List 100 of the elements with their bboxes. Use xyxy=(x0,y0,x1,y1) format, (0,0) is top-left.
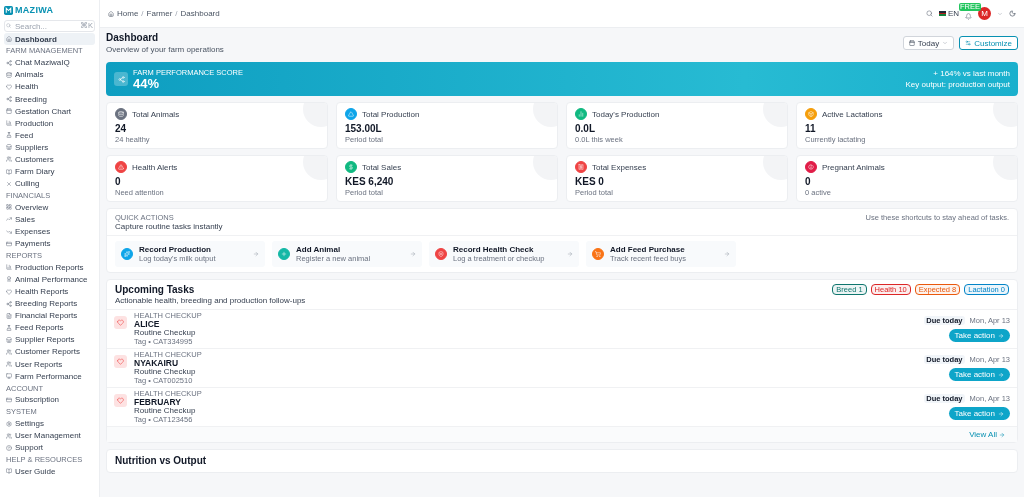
chevron-icon xyxy=(997,10,1003,17)
arrow-right-icon xyxy=(724,251,730,257)
animal-name: FEBRUARY xyxy=(134,397,182,408)
sidebar-item[interactable]: Culling xyxy=(4,177,95,190)
card-icon xyxy=(6,396,12,403)
store-icon xyxy=(6,336,12,343)
home-icon xyxy=(6,36,12,43)
sidebar-item[interactable]: Production Reports xyxy=(4,261,95,274)
sidebar-item[interactable]: Settings xyxy=(4,417,95,430)
users-icon xyxy=(6,156,12,163)
task-title: Routine Checkup xyxy=(134,407,197,417)
sidebar-item[interactable]: Sales xyxy=(4,213,95,226)
sidebar-item[interactable]: Health xyxy=(4,80,95,93)
sidebar-item[interactable]: Financial Reports xyxy=(4,309,95,322)
arrow-right-icon xyxy=(253,251,259,257)
arrow-right-icon xyxy=(998,332,1004,339)
banner-note: Key output: production output xyxy=(905,80,1010,89)
sidebar-item[interactable]: Expenses xyxy=(4,225,95,238)
sidebar-item[interactable]: Overview xyxy=(4,201,95,214)
flag-icon xyxy=(938,11,946,16)
search-icon xyxy=(925,10,933,17)
stat-value: KES 6,240 xyxy=(345,176,395,187)
sidebar-item[interactable]: Feed xyxy=(4,129,95,142)
breadcrumb-link[interactable]: Farmer xyxy=(146,9,173,18)
sidebar-item[interactable]: Supplier Reports xyxy=(4,333,95,346)
period-select[interactable]: Today xyxy=(902,36,955,50)
sidebar-item[interactable]: Support xyxy=(4,441,95,454)
trend-down-icon xyxy=(6,228,12,235)
stat-label: Total Production xyxy=(362,109,420,119)
share-icon xyxy=(114,72,128,86)
language-selector[interactable]: EN xyxy=(938,9,959,18)
panel-title: Nutrition vs Output xyxy=(115,455,208,466)
stat-value: 153.00L xyxy=(345,123,383,134)
sidebar-item[interactable]: Health Reports xyxy=(4,285,95,298)
sidebar-item[interactable]: User Guide xyxy=(4,465,95,478)
flask-icon xyxy=(6,132,12,139)
store-icon xyxy=(6,144,12,151)
award-icon xyxy=(6,276,12,283)
stat-value: 0 xyxy=(805,176,812,187)
stat-label: Active Lactations xyxy=(822,109,883,119)
sidebar-item[interactable]: Farm Diary xyxy=(4,165,95,178)
sidebar-item[interactable]: Payments xyxy=(4,237,95,250)
brand-name: MAZIWA xyxy=(15,5,54,15)
sidebar-item[interactable]: Feed Reports xyxy=(4,321,95,334)
animal-name: ALICE xyxy=(134,319,161,330)
sidebar-item[interactable]: Animals xyxy=(4,68,95,81)
users-icon xyxy=(6,432,12,439)
arrow-right-icon xyxy=(999,431,1005,438)
customize-button[interactable]: Customize xyxy=(959,36,1018,50)
arrow-right-icon xyxy=(998,410,1004,417)
stat-value: 0.0L xyxy=(575,123,596,134)
panel-subtitle: Actionable health, breeding and production follow-ups xyxy=(115,296,306,305)
trend-up-icon xyxy=(6,216,12,223)
breadcrumb-link[interactable]: Home xyxy=(117,9,139,18)
sidebar-item[interactable]: Subscription xyxy=(4,393,95,406)
help-icon xyxy=(6,444,12,451)
performance-score: 44% xyxy=(133,76,161,91)
stat-label: Today's Production xyxy=(592,109,660,119)
bar-chart-icon xyxy=(6,264,12,271)
users-icon xyxy=(6,361,12,368)
bell-icon xyxy=(965,13,972,20)
users-icon xyxy=(6,349,12,355)
sidebar-item[interactable]: Breeding xyxy=(4,92,95,106)
flask-icon xyxy=(6,324,12,331)
task-title: Routine Checkup xyxy=(134,368,197,378)
animal-name: NYAKAIRU xyxy=(134,358,180,369)
sidebar-item[interactable]: Gestation Chart xyxy=(4,105,95,118)
avatar[interactable]: M xyxy=(978,7,991,20)
heart-icon xyxy=(114,316,127,329)
stat-value: 11 xyxy=(805,123,817,134)
stat-value: 0 xyxy=(115,176,122,187)
moon-icon xyxy=(1009,10,1016,17)
sidebar-item[interactable]: Suppliers xyxy=(4,141,95,154)
page-subtitle: Overview of your farm operations xyxy=(106,45,224,54)
sidebar-item[interactable]: Dashboard xyxy=(4,33,95,46)
sidebar-item[interactable]: User Management xyxy=(4,429,95,442)
share-icon xyxy=(6,96,12,102)
sidebar-item[interactable]: Animal Performance xyxy=(4,273,95,286)
share-icon xyxy=(6,300,12,307)
sidebar-item[interactable]: Farm Performance xyxy=(4,370,95,383)
grid-icon xyxy=(6,204,12,211)
heart-icon xyxy=(114,355,127,368)
logo-icon xyxy=(4,5,13,15)
stat-label: Total Expenses xyxy=(592,162,647,172)
card-icon xyxy=(6,240,12,247)
panel-title: Upcoming Tasks xyxy=(115,284,196,295)
sidebar-item[interactable]: Production xyxy=(4,117,95,130)
sidebar-item[interactable]: Customers xyxy=(4,153,95,166)
breadcrumb-separator: / xyxy=(141,9,144,18)
bar-chart-icon xyxy=(6,120,12,127)
score-change: + 164% vs last month xyxy=(932,69,1010,78)
stat-label: Total Animals xyxy=(132,109,180,119)
sidebar-item[interactable]: Breeding Reports xyxy=(4,297,95,310)
sidebar-item[interactable]: Customer Reports xyxy=(4,345,95,359)
sidebar-item[interactable]: Chat MaziwaIQ xyxy=(4,56,95,69)
breadcrumb-link[interactable]: Dashboard xyxy=(180,9,220,18)
sidebar-item[interactable]: User Reports xyxy=(4,358,95,371)
view-all-link[interactable]: View All xyxy=(969,430,1005,439)
stat-value: KES 0 xyxy=(575,176,605,187)
share-icon xyxy=(6,59,12,66)
